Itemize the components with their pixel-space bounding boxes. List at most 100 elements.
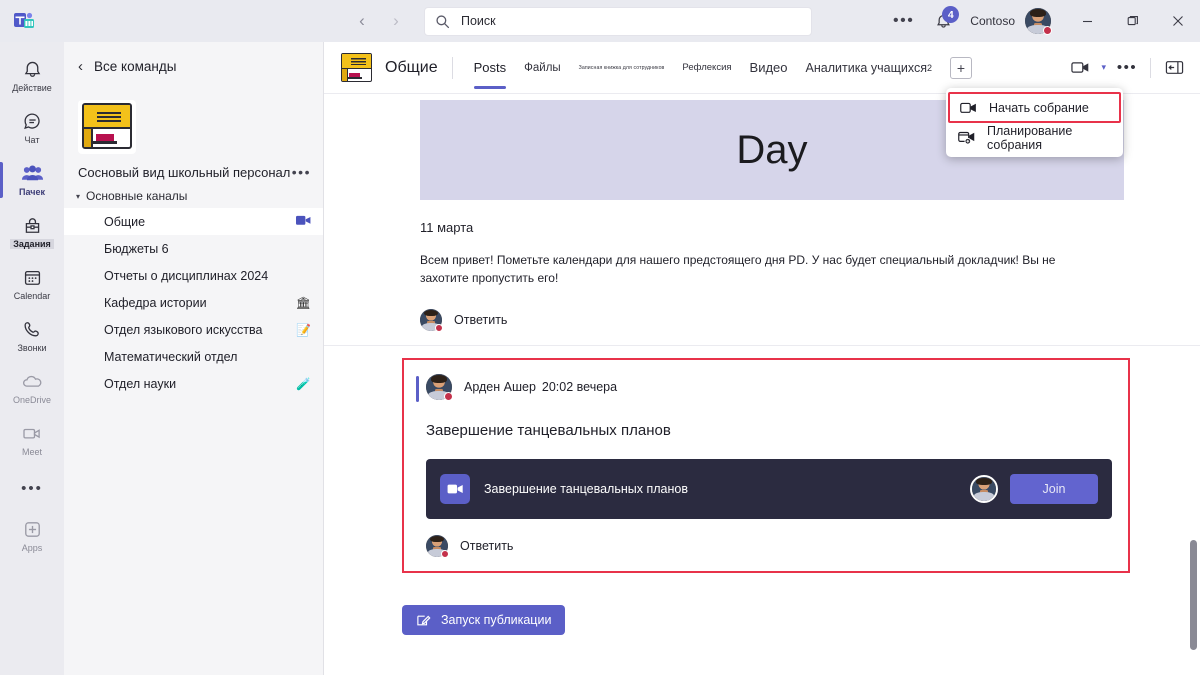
search-text: Поиск bbox=[461, 14, 496, 28]
video-icon bbox=[296, 215, 311, 229]
sidebar-channel-history-dept[interactable]: Кафедра истории 🏛 bbox=[64, 289, 323, 316]
post-body: Всем привет! Пометьте календари для наше… bbox=[420, 253, 1056, 285]
meet-dropdown-menu: Начать собрание Планирование собрания bbox=[946, 88, 1123, 157]
channel-label: Отчеты о дисциплинах 2024 bbox=[104, 268, 269, 283]
tab-video[interactable]: Видео bbox=[741, 42, 797, 94]
compose-icon bbox=[416, 613, 431, 628]
post-timestamp: 20:02 вечера bbox=[541, 380, 618, 394]
maximize-button[interactable] bbox=[1110, 0, 1155, 42]
teams-sidebar: ‹ Все команды Сосновый вид школьный перс… bbox=[64, 42, 324, 675]
sidebar-channel-discipline-reports[interactable]: Отчеты о дисциплинах 2024 bbox=[64, 262, 323, 289]
reply-avatar bbox=[426, 535, 449, 558]
chevron-left-icon: ‹ bbox=[78, 57, 83, 75]
chevron-down-icon: ▾ bbox=[76, 191, 81, 201]
channel-label: Отдел науки bbox=[104, 376, 177, 391]
tab-posts[interactable]: Posts bbox=[465, 42, 516, 94]
open-side-panel-button[interactable] bbox=[1160, 54, 1188, 82]
highlighted-post-reply-row[interactable]: Ответить bbox=[426, 535, 1128, 558]
new-post-button[interactable]: Запуск публикации bbox=[402, 605, 566, 635]
post-author-row: Арден Ашер 20:02 вечера bbox=[426, 374, 1128, 401]
sidebar-item-meet[interactable]: Meet bbox=[0, 414, 64, 466]
sidebar-channel-budgets[interactable]: Бюджеты 6 bbox=[64, 235, 323, 262]
meeting-title: Завершение танцевальных планов bbox=[484, 482, 688, 496]
notification-badge: 4 bbox=[942, 6, 960, 23]
channel-more-options-button[interactable]: ••• bbox=[1113, 54, 1141, 82]
team-more-options-button[interactable]: ••• bbox=[292, 164, 311, 180]
tab-student-analytics[interactable]: Аналитика учащихся 2 bbox=[797, 42, 941, 94]
team-name-row: Сосновый вид школьный персонал ••• bbox=[64, 160, 323, 184]
rail-label-teams: Пачек bbox=[19, 187, 45, 197]
sidebar-item-onedrive[interactable]: OneDrive bbox=[0, 362, 64, 414]
new-post-label: Запуск публикации bbox=[441, 613, 552, 627]
notifications-button[interactable]: 4 bbox=[926, 4, 960, 38]
tab-files[interactable]: Файлы bbox=[515, 42, 570, 94]
channel-emoji-icon: 🏛 bbox=[295, 295, 311, 310]
rail-overflow-button[interactable]: ••• bbox=[21, 466, 43, 510]
back-to-all-teams[interactable]: ‹ Все команды bbox=[64, 42, 323, 90]
tab-label: Аналитика учащихся bbox=[805, 60, 927, 75]
title-bar: ‹ › Поиск ••• 4 Contoso bbox=[0, 0, 1200, 42]
menu-item-start-meeting[interactable]: Начать собрание bbox=[948, 92, 1121, 123]
teams-logo bbox=[0, 10, 48, 32]
post-reply-row[interactable]: Ответить bbox=[420, 309, 1200, 332]
tab-label: Posts bbox=[473, 60, 507, 75]
search-icon bbox=[435, 14, 450, 29]
channel-team-icon bbox=[340, 52, 374, 84]
menu-item-schedule-meeting[interactable]: Планирование собрания bbox=[948, 123, 1121, 153]
join-meeting-button[interactable]: Join bbox=[1010, 474, 1098, 504]
minimize-button[interactable] bbox=[1065, 0, 1110, 42]
rail-label-activity: Действие bbox=[12, 83, 52, 93]
sidebar-channel-language-arts[interactable]: Отдел языкового искусства 📝 bbox=[64, 316, 323, 343]
rail-label-calls: Звонки bbox=[17, 343, 47, 353]
sidebar-channel-math-dept[interactable]: Математический отдел bbox=[64, 343, 323, 370]
sidebar-item-calls[interactable]: Звонки bbox=[0, 310, 64, 362]
channel-label: Кафедра истории bbox=[104, 295, 207, 310]
highlighted-meeting-post: Арден Ашер 20:02 вечера Завершение танце… bbox=[402, 358, 1130, 573]
tab-label: Файлы bbox=[524, 61, 561, 74]
channel-label: Общие bbox=[104, 214, 146, 229]
meet-dropdown-caret-icon[interactable]: ▾ bbox=[1096, 62, 1111, 73]
channel-label: Математический отдел bbox=[104, 349, 238, 364]
meet-now-button[interactable] bbox=[1066, 54, 1094, 82]
back-label: Все команды bbox=[94, 58, 177, 74]
video-camera-icon bbox=[440, 474, 470, 504]
history-nav: ‹ › bbox=[348, 7, 410, 35]
rail-label-assignments: Задания bbox=[10, 239, 54, 249]
nav-forward-button[interactable]: › bbox=[382, 7, 410, 35]
meeting-card[interactable]: Завершение танцевальных планов Join bbox=[426, 459, 1112, 519]
tab-label: Видео bbox=[749, 60, 788, 75]
channel-meeting-indicator bbox=[296, 215, 311, 229]
user-avatar[interactable] bbox=[1025, 8, 1052, 35]
sidebar-item-teams[interactable]: Пачек bbox=[0, 154, 64, 206]
sidebar-item-calendar[interactable]: Calendar bbox=[0, 258, 64, 310]
tab-label: Записная книжка для сотрудников bbox=[578, 64, 665, 71]
add-tab-button[interactable]: + bbox=[950, 56, 972, 79]
channel-group-label: Основные каналы bbox=[86, 189, 188, 203]
sidebar-item-apps[interactable]: Apps bbox=[0, 510, 64, 562]
banner-text: Day bbox=[736, 127, 808, 172]
sidebar-channel-science-dept[interactable]: Отдел науки 🧪 bbox=[64, 370, 323, 397]
channel-tabs: Posts Файлы Записная книжка для сотрудни… bbox=[465, 42, 972, 94]
sidebar-item-chat[interactable]: Чат bbox=[0, 102, 64, 154]
sidebar-item-assignments[interactable]: Задания bbox=[0, 206, 64, 258]
new-post-area: Запуск публикации bbox=[324, 573, 1200, 635]
menu-item-label: Планирование собрания bbox=[987, 124, 1073, 152]
close-button[interactable] bbox=[1155, 0, 1200, 42]
titlebar-more-button[interactable]: ••• bbox=[881, 12, 926, 30]
sidebar-channel-obshchie[interactable]: Общие bbox=[64, 208, 323, 235]
team-name: Сосновый вид школьный персонал bbox=[78, 164, 291, 180]
tab-reflection[interactable]: Рефлексия bbox=[673, 42, 740, 94]
reply-label: Ответить bbox=[454, 313, 508, 327]
feed-scrollbar[interactable] bbox=[1190, 540, 1197, 650]
tab-superscript: 2 bbox=[926, 62, 932, 73]
author-avatar[interactable] bbox=[426, 374, 453, 401]
sidebar-item-activity[interactable]: Действие bbox=[0, 50, 64, 102]
channel-emoji-icon: 📝 bbox=[296, 322, 311, 337]
nav-back-button[interactable]: ‹ bbox=[348, 7, 376, 35]
search-input[interactable]: Поиск bbox=[424, 6, 812, 36]
presence-badge-busy bbox=[1042, 25, 1052, 35]
tab-staff-notebook[interactable]: Записная книжка для сотрудников bbox=[570, 42, 674, 94]
rail-label-chat: Чат bbox=[24, 135, 40, 145]
channel-group-header[interactable]: ▾ Основные каналы bbox=[64, 184, 323, 208]
post-accent-bar bbox=[416, 376, 419, 402]
